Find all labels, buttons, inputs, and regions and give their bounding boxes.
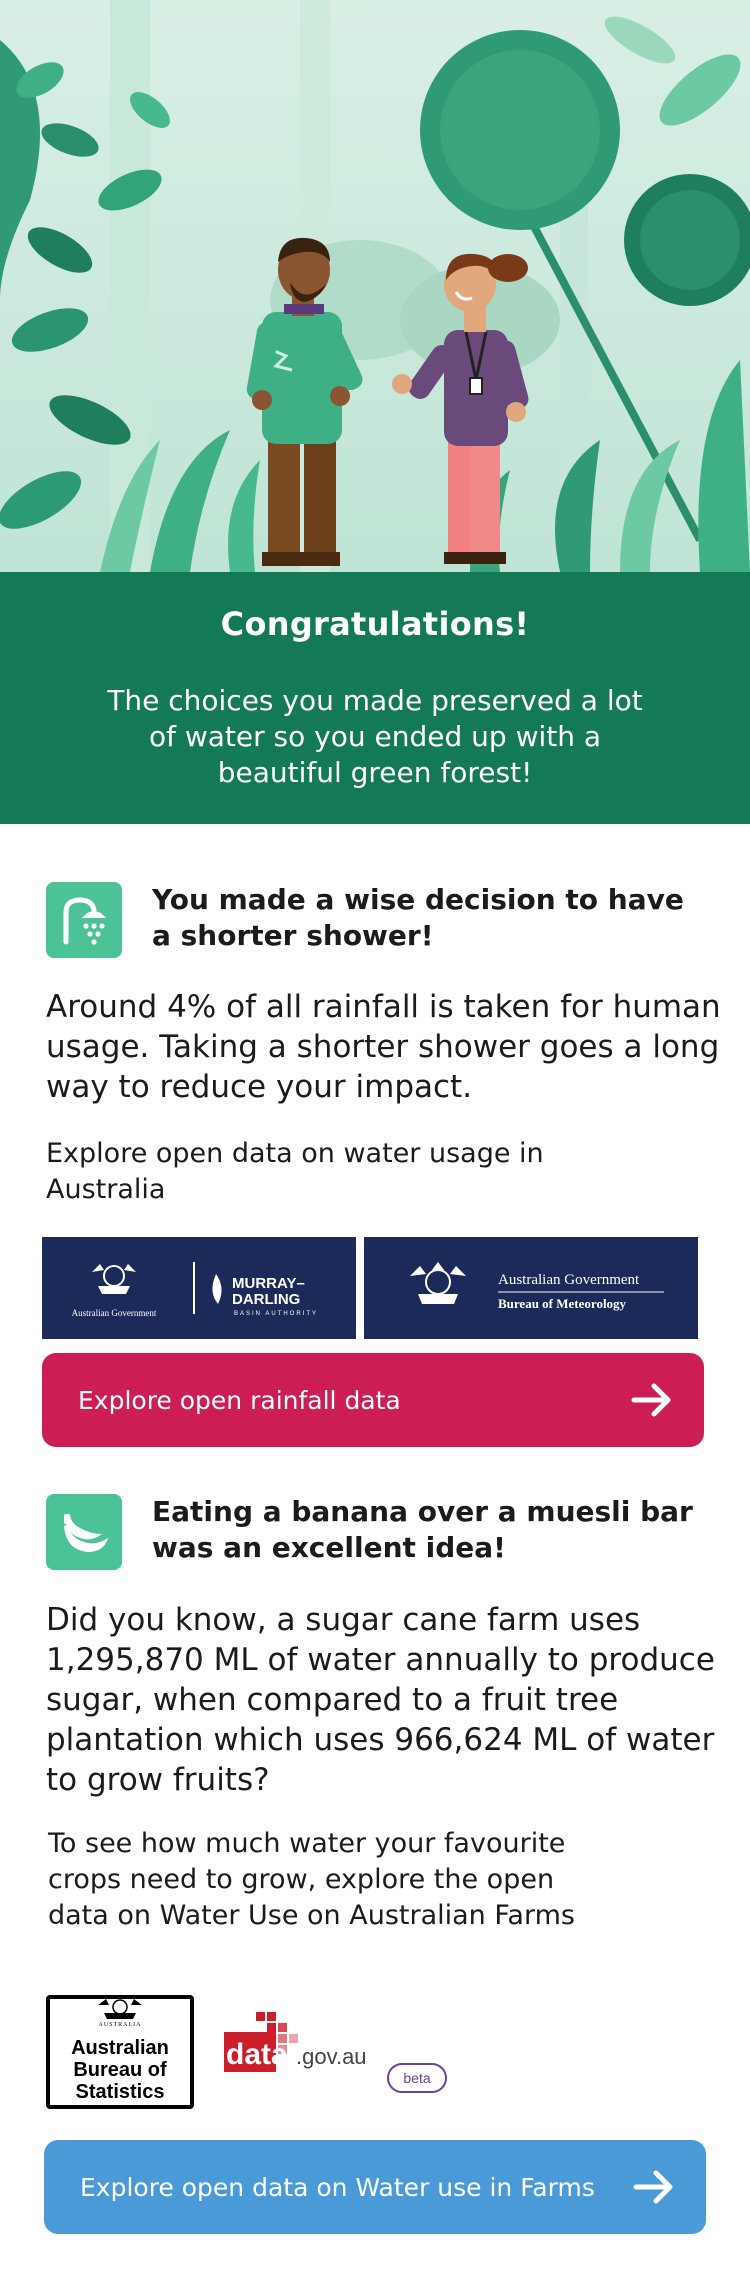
abs-top-text: AUSTRALIA [99,2022,142,2028]
shower-section-title: You made a wise decision to have a short… [152,883,684,952]
banana-section-body: Did you know, a sugar cane farm uses 1,2… [46,1602,715,1798]
bom-name-text: Bureau of Meteorology [498,1296,627,1311]
water-usage-explore-text: Explore open data on water usage in Aust… [46,1138,544,1205]
explore-rainfall-button[interactable]: Explore open rainfall data [42,1353,704,1447]
congratulations-title: Congratulations! [220,605,530,643]
banana-icon [46,1494,122,1570]
abs-line2: Bureau of [73,2059,167,2081]
mdba-sub: BASIN AUTHORITY [234,1311,318,1317]
mdba-gov-text: Australian Government [72,1308,157,1318]
congratulations-banner: Congratulations! The choices you made pr… [0,572,750,824]
mdba-logo[interactable]: Australian Government MURRAY– DARLING BA… [42,1237,356,1339]
datagov-data-text: data [226,2038,288,2071]
mdba-name-line1: MURRAY– [232,1275,305,1292]
shower-icon [46,882,122,958]
mdba-name-line2: DARLING [232,1291,300,1308]
explore-farm-water-button[interactable]: Explore open data on Water use in Farms [44,2140,706,2234]
farm-water-explore-text: To see how much water your favourite cro… [48,1828,575,1931]
shower-section-body: Around 4% of all rainfall is taken for h… [46,989,721,1105]
bom-logo[interactable]: Australian Government Bureau of Meteorol… [364,1237,698,1339]
abs-line3: Statistics [75,2081,165,2103]
abs-line1: Australian [71,2037,169,2059]
congratulations-message: The choices you made preserved a lot of … [107,684,643,789]
abs-logo[interactable]: AUSTRALIA Australian Bureau of Statistic… [46,1995,194,2109]
explore-farm-water-label: Explore open data on Water use in Farms [80,2172,595,2202]
datagov-beta-badge: beta [403,2070,430,2086]
bom-gov-text: Australian Government [498,1272,640,1288]
explore-rainfall-label: Explore open rainfall data [78,1385,401,1415]
forest-illustration [0,0,750,572]
data-gov-au-logo[interactable]: data .gov.au beta [224,2010,454,2100]
arrow-right-icon [631,1383,671,1417]
banana-section-title: Eating a banana over a muesli bar was an… [152,1495,693,1564]
datagov-domain-text: .gov.au [296,2044,367,2069]
arrow-right-icon [633,2170,673,2204]
